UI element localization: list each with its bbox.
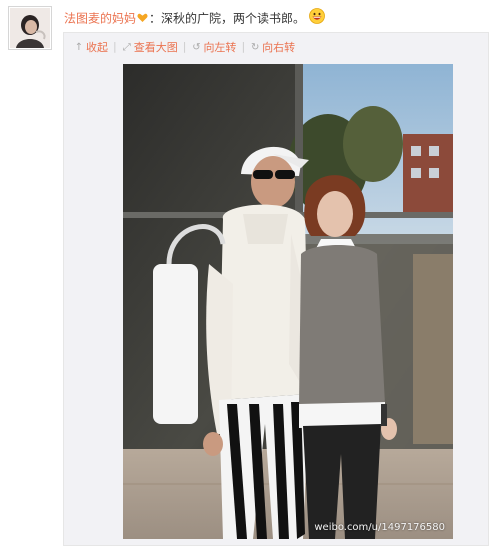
collapse-button[interactable]: ↑ 收起 — [74, 40, 108, 56]
image-toolbar: ↑ 收起 | ⤢ 查看大图 | ↺ 向左转 | ↻ 向右转 — [74, 39, 295, 55]
collapse-label: 收起 — [86, 41, 108, 54]
post-content: 深秋的广院，两个读书郎。 — [161, 11, 306, 26]
post-text-line: 法图麦的妈妈 ：深秋的广院，两个读书郎。 — [64, 8, 325, 28]
view-large-label: 查看大图 — [133, 41, 178, 54]
rotate-left-icon: ↺ — [192, 42, 201, 53]
grin-emoji-icon — [309, 8, 325, 30]
username-link[interactable]: 法图麦的妈妈 — [64, 12, 136, 26]
enlarge-icon: ⤢ — [122, 42, 131, 53]
avatar-image — [10, 8, 50, 48]
photo-image — [123, 64, 453, 539]
watermark-site: weibo.com/u/1497176580 — [314, 522, 445, 533]
rotate-right-button[interactable]: ↻ 向右转 — [250, 40, 295, 56]
toolbar-divider: | — [182, 40, 187, 53]
media-card: ↑ 收起 | ⤢ 查看大图 | ↺ 向左转 | ↻ 向右转 weibo.com/… — [63, 32, 489, 546]
avatar[interactable] — [8, 6, 52, 50]
toolbar-divider: | — [113, 40, 117, 53]
text-separator: ： — [149, 11, 162, 26]
collapse-up-icon: ↑ — [74, 42, 84, 53]
toolbar-divider: | — [241, 40, 246, 53]
view-large-button[interactable]: ⤢ 查看大图 — [122, 40, 178, 56]
rotate-left-button[interactable]: ↺ 向左转 — [191, 40, 236, 56]
rotate-left-label: 向左转 — [203, 41, 237, 54]
vip-heart-icon — [137, 9, 148, 29]
rotate-right-icon: ↻ — [250, 42, 260, 53]
photo-watermark: weibo.com/u/1497176580 — [314, 522, 445, 533]
post-photo[interactable]: weibo.com/u/1497176580 — [123, 64, 453, 539]
rotate-right-label: 向右转 — [262, 41, 296, 54]
